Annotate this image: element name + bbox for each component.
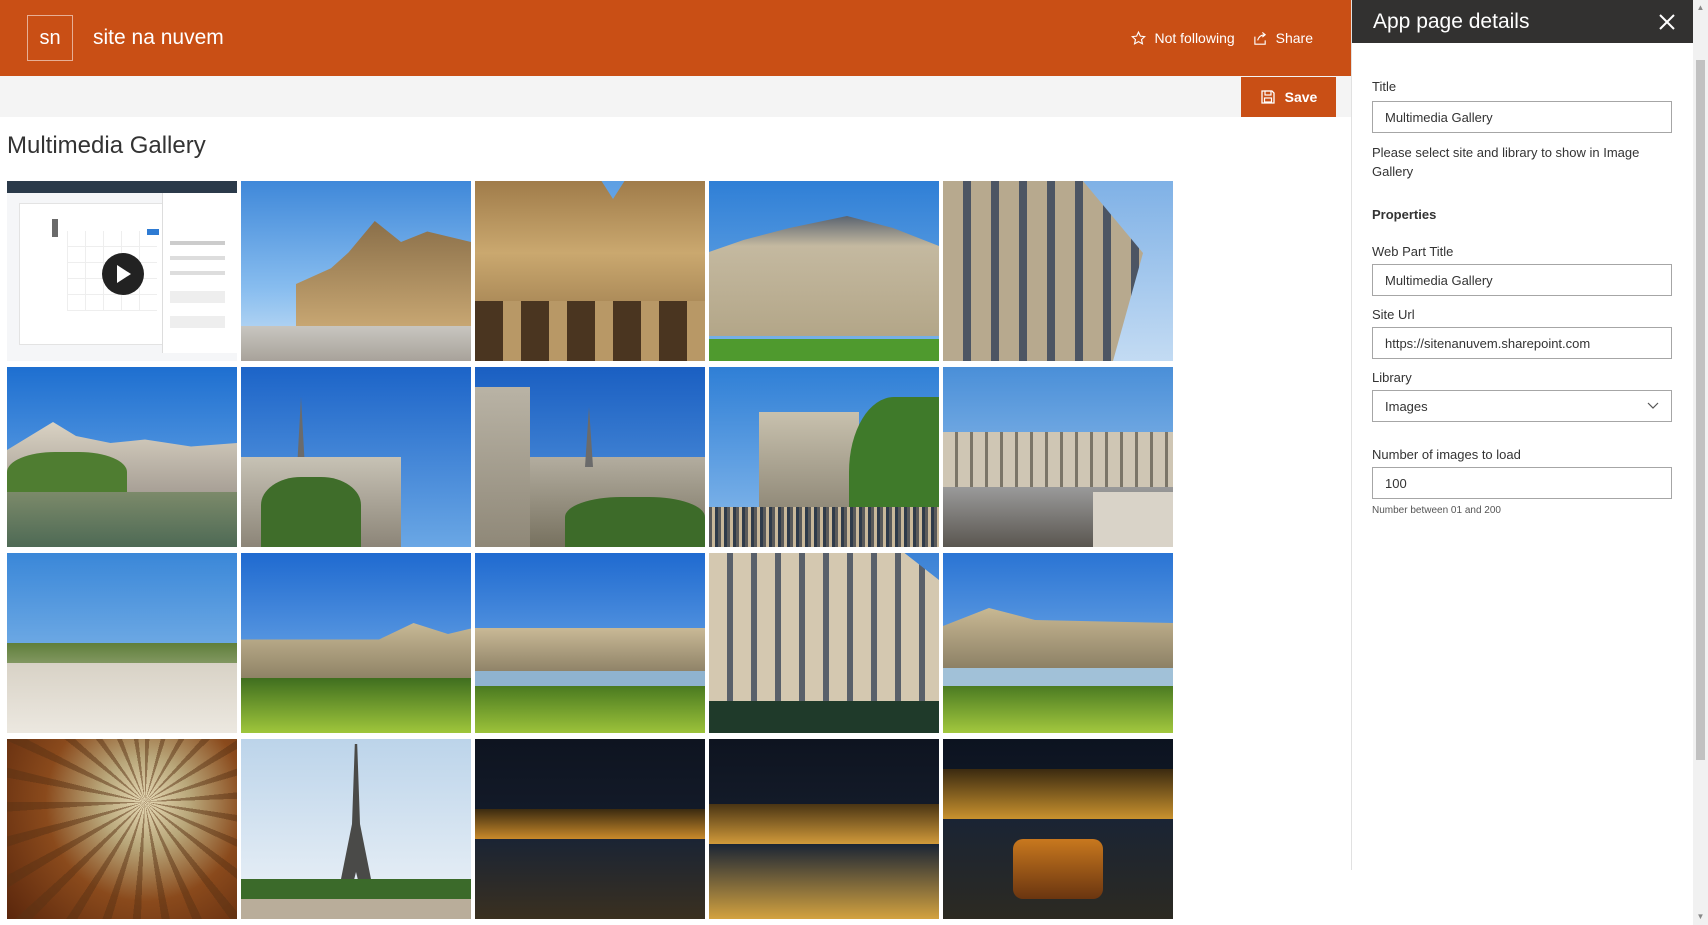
- image-gallery: [7, 181, 1175, 919]
- gallery-image-tile[interactable]: [709, 553, 939, 733]
- web-part-title-label: Web Part Title: [1372, 244, 1454, 259]
- scroll-up-arrow-icon[interactable]: ▲: [1696, 3, 1705, 12]
- app-page-details-panel: App page details Title Multimedia Galler…: [1351, 0, 1693, 870]
- save-icon: [1260, 90, 1275, 104]
- star-icon: [1131, 30, 1147, 45]
- gallery-image-tile[interactable]: [709, 739, 939, 919]
- gallery-image-tile[interactable]: [7, 739, 237, 919]
- gallery-image-tile[interactable]: [943, 553, 1173, 733]
- gallery-image-tile[interactable]: [475, 739, 705, 919]
- title-label: Title: [1372, 79, 1397, 94]
- gallery-image-tile[interactable]: [943, 739, 1173, 919]
- save-button[interactable]: Save: [1241, 77, 1336, 117]
- gallery-image-tile[interactable]: [475, 553, 705, 733]
- site-url-label: Site Url: [1372, 307, 1415, 322]
- gallery-image-tile[interactable]: [709, 367, 939, 547]
- library-selected-value: Images: [1385, 398, 1428, 414]
- gallery-image-tile[interactable]: [241, 553, 471, 733]
- gallery-image-tile[interactable]: [241, 181, 471, 361]
- gallery-image-tile[interactable]: [943, 367, 1173, 547]
- chevron-down-icon: [1647, 402, 1659, 409]
- close-icon[interactable]: [1658, 13, 1676, 31]
- gallery-image-tile[interactable]: [709, 181, 939, 361]
- follow-button[interactable]: Not following: [1131, 30, 1235, 46]
- gallery-image-tile[interactable]: [7, 367, 237, 547]
- site-header: sn site na nuvem Not following Share: [0, 0, 1351, 76]
- image-count-hint: Number between 01 and 200: [1372, 505, 1501, 516]
- gallery-image-tile[interactable]: [475, 367, 705, 547]
- web-part-title-field[interactable]: Multimedia Gallery: [1372, 264, 1672, 296]
- scroll-down-arrow-icon[interactable]: ▼: [1696, 912, 1705, 921]
- panel-header: App page details: [1352, 0, 1693, 43]
- play-button[interactable]: [102, 253, 144, 295]
- follow-label: Not following: [1154, 30, 1235, 46]
- page-scrollbar[interactable]: ▲ ▼: [1693, 0, 1708, 925]
- page-title: Multimedia Gallery: [7, 132, 206, 159]
- panel-title: App page details: [1373, 9, 1530, 33]
- gallery-image-tile[interactable]: [475, 181, 705, 361]
- gallery-image-tile[interactable]: [241, 367, 471, 547]
- share-button[interactable]: Share: [1253, 30, 1313, 46]
- share-icon: [1253, 31, 1266, 45]
- scrollbar-thumb[interactable]: [1696, 60, 1705, 760]
- save-label: Save: [1284, 89, 1318, 105]
- panel-body: Title Multimedia Gallery Please select s…: [1352, 79, 1693, 516]
- library-label: Library: [1372, 370, 1412, 385]
- site-logo-initials: sn: [39, 26, 61, 49]
- properties-heading: Properties: [1372, 207, 1437, 222]
- image-count-label: Number of images to load: [1372, 447, 1521, 462]
- instructions-text: Please select site and library to show i…: [1372, 145, 1640, 179]
- share-label: Share: [1275, 30, 1313, 46]
- title-field[interactable]: Multimedia Gallery: [1372, 101, 1672, 133]
- play-icon: [117, 265, 131, 283]
- header-actions: Not following Share: [1131, 0, 1313, 76]
- gallery-image-tile[interactable]: [241, 739, 471, 919]
- gallery-image-tile[interactable]: [7, 553, 237, 733]
- gallery-image-tile[interactable]: [943, 181, 1173, 361]
- library-dropdown[interactable]: Images: [1372, 390, 1672, 422]
- site-title[interactable]: site na nuvem: [93, 26, 224, 50]
- site-url-field[interactable]: https://sitenanuvem.sharepoint.com: [1372, 327, 1672, 359]
- image-count-field[interactable]: 100: [1372, 467, 1672, 499]
- site-logo[interactable]: sn: [27, 15, 73, 61]
- gallery-video-tile[interactable]: [7, 181, 237, 361]
- command-bar: Save: [0, 76, 1351, 117]
